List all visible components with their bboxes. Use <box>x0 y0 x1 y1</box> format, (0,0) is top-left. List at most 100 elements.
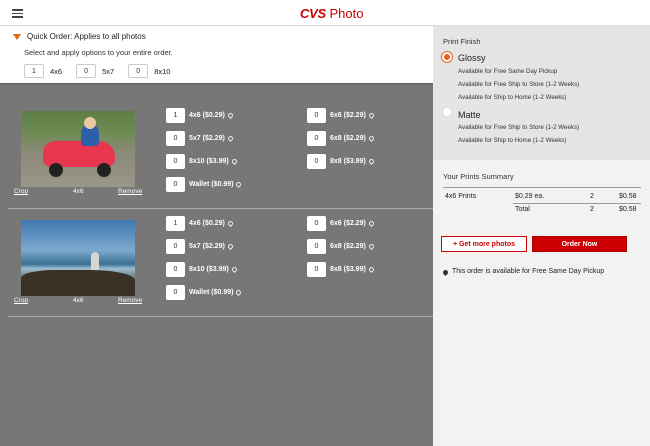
summary-unit-price: $0.29 ea. <box>515 193 545 200</box>
print-option: 0 8x8 ($3.99) <box>307 154 375 169</box>
pickup-location-icon <box>367 242 375 251</box>
qty-input[interactable]: 1 <box>166 108 185 123</box>
summary-qty: 2 <box>590 193 594 200</box>
option-label: 5x7 ($2.29) <box>189 243 225 250</box>
option-label: 6x6 ($2.29) <box>330 220 366 227</box>
remove-link[interactable]: Remove <box>118 188 142 195</box>
print-option: 0 6x8 ($2.29) <box>307 131 375 146</box>
hamburger-menu-icon[interactable] <box>12 9 23 18</box>
map-pin-icon <box>441 268 450 277</box>
availability-text: Available for Ship to Home (1-2 Weeks) <box>458 94 567 101</box>
quick-order-subtitle: Select and apply options to your entire … <box>24 48 173 57</box>
option-label: Wallet ($0.99) <box>189 289 234 296</box>
qty-input[interactable]: 0 <box>166 239 185 254</box>
qty-input[interactable]: 0 <box>307 108 326 123</box>
print-option: 0 Wallet ($0.99) <box>166 285 243 300</box>
option-label: 4x6 ($0.29) <box>189 112 225 119</box>
summary-total-qty: 2 <box>590 206 594 213</box>
child-head-shape <box>84 117 96 129</box>
pickup-note: This order is available for Free Same Da… <box>452 268 605 275</box>
print-option: 0 8x10 ($3.99) <box>166 154 238 169</box>
pickup-location-icon <box>367 265 375 274</box>
wheel-shape <box>49 163 63 177</box>
quick-qty-4x6-input[interactable]: 1 <box>24 64 44 78</box>
remove-link[interactable]: Remove <box>118 297 142 304</box>
qty-input[interactable]: 0 <box>307 239 326 254</box>
quick-size-label: 4x6 <box>50 66 63 76</box>
option-label: Wallet ($0.99) <box>189 181 234 188</box>
availability-text: Available for Free Ship to Store (1-2 We… <box>458 124 580 131</box>
matte-label: Matte <box>458 110 481 120</box>
pickup-location-icon <box>226 111 234 120</box>
photo-row-2: Crop 4x6 Remove 1 4x6 ($0.29) 0 6x6 ($2.… <box>8 216 433 317</box>
qty-input[interactable]: 1 <box>166 216 185 231</box>
option-label: 6x6 ($2.29) <box>330 112 366 119</box>
order-sidebar: Print Finish Glossy Available for Free S… <box>433 26 650 446</box>
option-label: 4x6 ($0.29) <box>189 220 225 227</box>
print-option: 0 Wallet ($0.99) <box>166 177 243 192</box>
qty-input[interactable]: 0 <box>307 216 326 231</box>
photo-size-label: 4x6 <box>73 297 84 304</box>
qty-input[interactable]: 0 <box>166 285 185 300</box>
summary-amount: $0.58 <box>619 193 637 200</box>
cvs-photo-logo[interactable]: CVS Photo <box>300 6 363 21</box>
quick-order-toggle[interactable]: Quick Order: Applies to all photos <box>13 32 146 41</box>
photo-list-panel: Quick Order: Applies to all photos Selec… <box>0 26 433 446</box>
quick-size-label: 8x10 <box>154 66 171 76</box>
summary-divider <box>513 203 641 204</box>
pickup-location-icon <box>367 111 375 120</box>
row-divider <box>8 208 433 209</box>
wheel-shape <box>97 163 111 177</box>
print-option: 1 4x6 ($0.29) <box>166 108 234 123</box>
pickup-location-icon <box>230 157 238 166</box>
logo-product: Photo <box>329 6 364 21</box>
quick-qty-5x7-input[interactable]: 0 <box>76 64 97 78</box>
pickup-location-icon <box>367 157 375 166</box>
quick-size-label: 5x7 <box>102 66 115 76</box>
summary-item: 4x6 Prints <box>445 193 477 200</box>
qty-input[interactable]: 0 <box>307 262 326 277</box>
glossy-label: Glossy <box>458 53 486 63</box>
print-option: 0 6x6 ($2.29) <box>307 108 375 123</box>
rock-shape <box>21 270 135 296</box>
option-label: 6x8 ($2.29) <box>330 135 366 142</box>
quick-order-sizes: 1 4x6 0 5x7 0 8x10 <box>24 64 184 78</box>
summary-title: Your Prints Summary <box>443 172 514 181</box>
pickup-location-icon <box>226 242 234 251</box>
quick-qty-8x10-input[interactable]: 0 <box>128 64 149 78</box>
photo-size-label: 4x6 <box>73 188 84 195</box>
print-finish-panel: Print Finish Glossy Available for Free S… <box>433 26 650 160</box>
matte-radio[interactable] <box>442 107 452 117</box>
caret-down-icon <box>13 33 21 40</box>
photo-thumbnail-car[interactable] <box>21 111 135 187</box>
get-more-photos-button[interactable]: + Get more photos <box>441 236 527 252</box>
order-now-button[interactable]: Order Now <box>532 236 627 252</box>
photo-thumbnail-seagull[interactable] <box>21 220 135 296</box>
qty-input[interactable]: 0 <box>307 154 326 169</box>
qty-input[interactable]: 0 <box>166 131 185 146</box>
option-label: 5x7 ($2.29) <box>189 135 225 142</box>
print-option: 1 4x6 ($0.29) <box>166 216 234 231</box>
pickup-location-icon <box>226 219 234 228</box>
option-label: 8x8 ($3.99) <box>330 158 366 165</box>
pickup-location-icon <box>367 219 375 228</box>
crop-link[interactable]: Crop <box>14 297 28 304</box>
option-label: 6x8 ($2.29) <box>330 243 366 250</box>
qty-input[interactable]: 0 <box>307 131 326 146</box>
photo-row-1: Crop 4x6 Remove 1 4x6 ($0.29) 0 6x6 ($2.… <box>8 108 433 209</box>
qty-input[interactable]: 0 <box>166 154 185 169</box>
qty-input[interactable]: 0 <box>166 262 185 277</box>
qty-input[interactable]: 0 <box>166 177 185 192</box>
print-option: 0 5x7 ($2.29) <box>166 239 234 254</box>
quick-order-panel: Quick Order: Applies to all photos Selec… <box>0 26 433 83</box>
glossy-radio[interactable] <box>442 52 452 62</box>
print-finish-title: Print Finish <box>443 37 481 46</box>
option-label: 8x10 ($3.99) <box>189 266 229 273</box>
availability-text: Available for Free Ship to Store (1-2 We… <box>458 81 580 88</box>
print-option: 0 6x6 ($2.29) <box>307 216 375 231</box>
print-option: 0 8x8 ($3.99) <box>307 262 375 277</box>
option-label: 8x10 ($3.99) <box>189 158 229 165</box>
pickup-location-icon <box>235 180 243 189</box>
pickup-location-icon <box>235 288 243 297</box>
crop-link[interactable]: Crop <box>14 188 28 195</box>
